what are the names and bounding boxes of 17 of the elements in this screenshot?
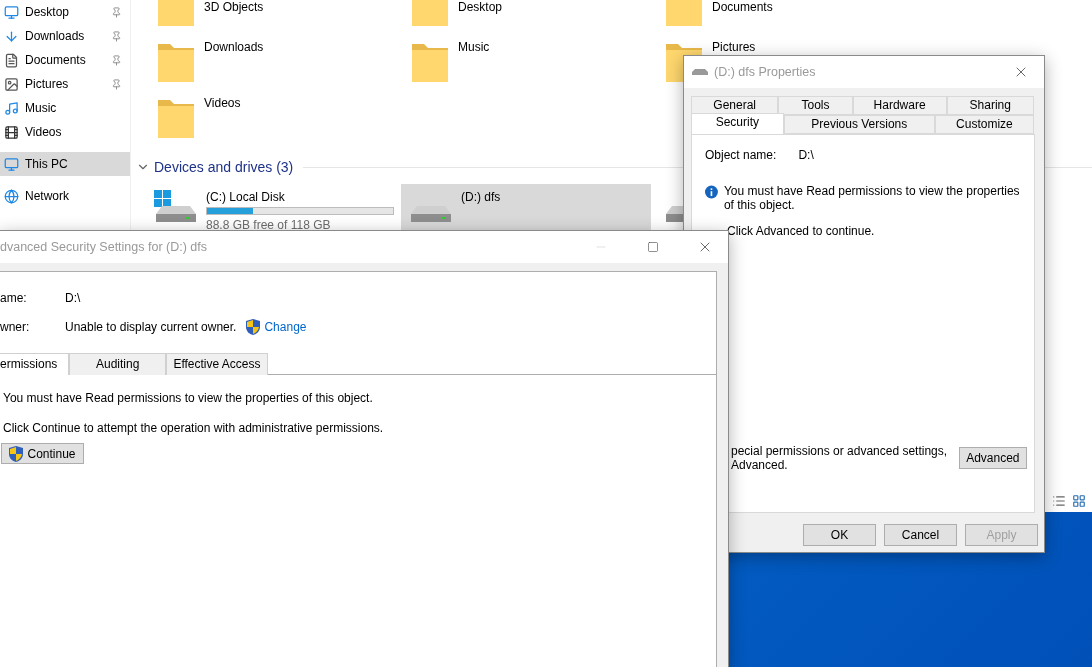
- hint-text: pecial permissions or advanced settings,: [731, 444, 948, 458]
- message-text: You must have Read permissions to view the properties of this object.: [3, 391, 374, 405]
- free-space: 88.8 GB free of 118 GB: [206, 218, 332, 232]
- drive-label: (D:) dfs: [461, 190, 501, 204]
- field-value: Unable to display current owner.: [65, 319, 237, 334]
- drive-label: (C:) Local Disk: [206, 190, 286, 204]
- field-label: wner:: [0, 319, 31, 334]
- field-value: D:\: [65, 290, 81, 305]
- hint-text: Advanced.: [731, 458, 789, 472]
- window-title: (D:) dfs Properties: [714, 65, 817, 79]
- message-text: Click Continue to attempt the operation with administrative permissions.: [3, 421, 385, 435]
- field-label: ame:: [0, 290, 28, 305]
- window-title: dvanced Security Settings for (D:) dfs: [0, 240, 209, 254]
- info-message: You must have Read permissions to view the properties of this object.: [723, 184, 1021, 212]
- field-label: Object name:: [705, 148, 777, 162]
- section-header: Devices and drives (3): [154, 159, 294, 175]
- field-value: D:\: [798, 148, 814, 162]
